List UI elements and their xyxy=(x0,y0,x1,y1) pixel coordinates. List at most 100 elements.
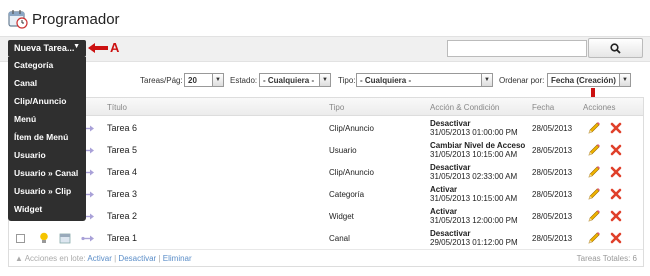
row-title[interactable]: Tarea 6 xyxy=(107,123,137,133)
state-label: Estado: xyxy=(230,76,258,85)
column-title[interactable]: Título xyxy=(107,103,127,112)
menu-item-categoria[interactable]: Categoría xyxy=(8,57,86,75)
edit-pencil-icon[interactable] xyxy=(587,165,601,179)
drag-handle-icon[interactable] xyxy=(81,235,94,242)
delete-x-icon[interactable] xyxy=(610,188,622,200)
calendar-icon xyxy=(59,233,71,244)
row-action: Cambiar Nivel de Acceso xyxy=(430,141,526,150)
edit-pencil-icon[interactable] xyxy=(587,209,601,223)
row-checkbox[interactable] xyxy=(16,234,25,243)
edit-pencil-icon[interactable] xyxy=(587,187,601,201)
per-page-select[interactable]: 20 ▼ xyxy=(184,73,224,87)
new-task-label: Nueva Tarea... xyxy=(14,43,75,53)
row-action: Desactivar xyxy=(430,229,471,238)
row-type: Canal xyxy=(329,234,350,243)
bulk-label: Acciones en lote: xyxy=(24,254,86,263)
menu-item-item-de-menu[interactable]: Ítem de Menú xyxy=(8,129,86,147)
row-action: Activar xyxy=(430,207,458,216)
column-date[interactable]: Fecha xyxy=(532,103,554,112)
delete-x-icon[interactable] xyxy=(610,144,622,156)
type-label: Tipo: xyxy=(338,76,356,85)
menu-item-menu[interactable]: Menú xyxy=(8,111,86,129)
table-row[interactable]: Tarea 4 Clip/Anuncio Desactivar 31/05/2013 … xyxy=(9,161,643,184)
bulk-activate-link[interactable]: Activar xyxy=(87,254,111,263)
new-task-menu: Categoría Canal Clip/Anuncio Menú Ítem d… xyxy=(8,57,86,221)
row-date: 28/05/2013 xyxy=(532,146,573,155)
row-action: Desactivar xyxy=(430,163,471,172)
row-title[interactable]: Tarea 4 xyxy=(107,167,137,177)
menu-item-usuario-clip[interactable]: Usuario » Clip xyxy=(8,183,86,201)
search-input[interactable] xyxy=(447,40,587,57)
table-row[interactable]: Tarea 1 Canal Desactivar 29/05/2013 01:12:0… xyxy=(9,227,643,250)
row-condition: 31/05/2013 10:15:00 AM xyxy=(430,194,518,203)
total-tasks: Tareas Totales: 6 xyxy=(576,254,637,263)
edit-pencil-icon[interactable] xyxy=(587,121,601,135)
table-header: Título Tipo Acción & Condición Fecha Acc… xyxy=(9,98,643,116)
row-condition: 31/05/2013 10:15:00 AM xyxy=(430,150,518,159)
state-value: - Cualquiera - xyxy=(263,76,315,85)
bulk-actions: ▲ Acciones en lote: Activar | Desactivar… xyxy=(15,254,192,263)
edit-pencil-icon[interactable] xyxy=(587,231,601,245)
per-page-label: Tareas/Pág: xyxy=(140,76,183,85)
filter-bar: Tareas/Pág: 20 ▼ Estado: - Cualquiera - … xyxy=(90,67,644,93)
row-title[interactable]: Tarea 5 xyxy=(107,145,137,155)
dropdown-arrow-icon: ▼ xyxy=(481,74,492,86)
page-title: Programador xyxy=(32,11,120,28)
row-date: 28/05/2013 xyxy=(532,212,573,221)
delete-x-icon[interactable] xyxy=(610,166,622,178)
bulk-arrow-icon: ▲ xyxy=(15,254,23,263)
per-page-value: 20 xyxy=(188,76,197,85)
table-footer: ▲ Acciones en lote: Activar | Desactivar… xyxy=(9,249,643,267)
page-header: Programador xyxy=(0,0,650,36)
dropdown-arrow-icon: ▼ xyxy=(619,74,630,86)
menu-item-clip-anuncio[interactable]: Clip/Anuncio xyxy=(8,93,86,111)
row-type: Categoría xyxy=(329,190,365,199)
table-row[interactable]: Tarea 6 Clip/Anuncio Desactivar 31/05/2013 … xyxy=(9,117,643,140)
bulk-separator: | xyxy=(114,254,117,263)
order-value: Fecha (Creación) xyxy=(551,76,616,85)
task-table: Título Tipo Acción & Condición Fecha Acc… xyxy=(8,97,644,267)
type-select[interactable]: - Cualquiera - ▼ xyxy=(356,73,493,87)
row-type: Clip/Anuncio xyxy=(329,168,374,177)
delete-x-icon[interactable] xyxy=(610,210,622,222)
order-label: Ordenar por: xyxy=(499,76,545,85)
order-select[interactable]: Fecha (Creación) ▼ xyxy=(547,73,631,87)
row-type: Usuario xyxy=(329,146,357,155)
menu-item-canal[interactable]: Canal xyxy=(8,75,86,93)
dropdown-arrow-icon: ▼ xyxy=(319,74,330,86)
dropdown-arrow-icon: ▼ xyxy=(212,74,223,86)
row-title[interactable]: Tarea 1 xyxy=(107,233,137,243)
new-task-button[interactable]: Nueva Tarea... ▼ xyxy=(8,40,86,57)
calendar-clock-icon xyxy=(8,10,28,29)
menu-item-widget[interactable]: Widget xyxy=(8,201,86,219)
column-action[interactable]: Acción & Condición xyxy=(430,103,499,112)
table-row[interactable]: Tarea 5 Usuario Cambiar Nivel de Acceso 31/… xyxy=(9,139,643,162)
delete-x-icon[interactable] xyxy=(610,122,622,134)
row-condition: 29/05/2013 01:12:00 PM xyxy=(430,238,518,247)
lightbulb-icon xyxy=(40,232,48,243)
row-condition: 31/05/2013 12:00:00 PM xyxy=(430,216,518,225)
annotation-arrow-a-icon xyxy=(88,43,108,53)
row-date: 28/05/2013 xyxy=(532,124,573,133)
row-title[interactable]: Tarea 2 xyxy=(107,211,137,221)
menu-item-usuario-canal[interactable]: Usuario » Canal xyxy=(8,165,86,183)
table-row[interactable]: Tarea 2 Widget Activar 31/05/2013 12:00:00 … xyxy=(9,205,643,228)
row-action: Activar xyxy=(430,185,458,194)
bulk-delete-link[interactable]: Eliminar xyxy=(163,254,192,263)
delete-x-icon[interactable] xyxy=(610,232,622,244)
row-condition: 31/05/2013 01:00:00 PM xyxy=(430,128,518,137)
row-date: 28/05/2013 xyxy=(532,234,573,243)
caret-down-icon: ▼ xyxy=(73,43,80,50)
menu-item-usuario[interactable]: Usuario xyxy=(8,147,86,165)
bulk-deactivate-link[interactable]: Desactivar xyxy=(118,254,156,263)
column-type[interactable]: Tipo xyxy=(329,103,344,112)
state-select[interactable]: - Cualquiera - ▼ xyxy=(259,73,331,87)
search-button[interactable] xyxy=(588,38,643,58)
row-title[interactable]: Tarea 3 xyxy=(107,189,137,199)
row-condition: 31/05/2013 02:33:00 AM xyxy=(430,172,518,181)
row-date: 28/05/2013 xyxy=(532,190,573,199)
table-row[interactable]: Tarea 3 Categoría Activar 31/05/2013 10:15:… xyxy=(9,183,643,206)
row-type: Widget xyxy=(329,212,354,221)
row-action: Desactivar xyxy=(430,119,471,128)
edit-pencil-icon[interactable] xyxy=(587,143,601,157)
